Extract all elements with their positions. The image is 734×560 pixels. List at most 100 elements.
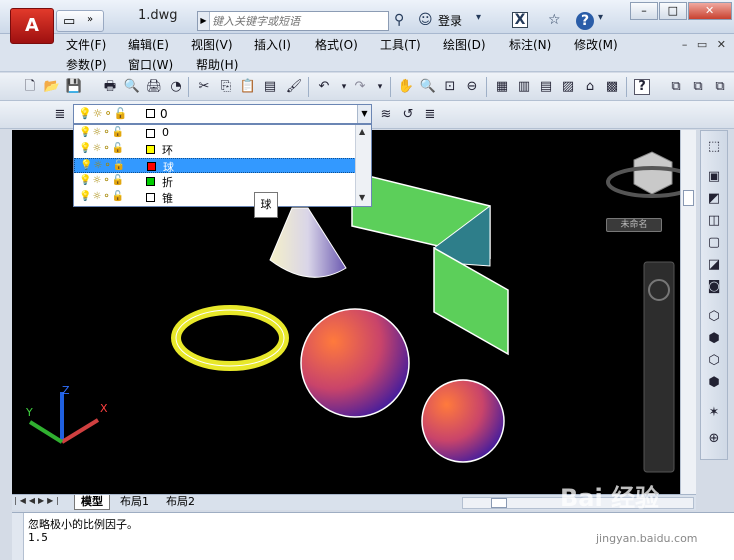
menu-parametric[interactable]: 参数(P) xyxy=(66,56,107,73)
revolve-icon[interactable]: ⬢ xyxy=(704,373,724,393)
dropdown-arrow-icon[interactable]: ▼ xyxy=(357,105,371,123)
layer-state-icons[interactable]: 💡☼⚬🔓 xyxy=(79,175,125,186)
layer-color-swatch[interactable] xyxy=(146,129,155,138)
maximize-button[interactable]: □ xyxy=(658,2,687,20)
box-icon[interactable]: ▣ xyxy=(704,167,724,187)
copy-icon[interactable]: ⎘ xyxy=(216,77,236,97)
minimize-button[interactable]: – xyxy=(630,2,658,20)
tab-navigation-arrows[interactable]: |◀◀▶▶| xyxy=(14,496,62,505)
pan-icon[interactable]: ✋ xyxy=(396,77,416,97)
new-file-icon[interactable]: ▭ xyxy=(63,14,75,29)
doc-restore-button[interactable]: ▭ xyxy=(697,38,707,51)
dropdown-icon[interactable]: ▾ xyxy=(476,12,481,23)
search-input[interactable] xyxy=(212,13,386,29)
scroll-down-icon[interactable]: ▼ xyxy=(359,193,365,202)
zoom-previous-icon[interactable]: ⊖ xyxy=(462,77,482,97)
tile-icon[interactable]: ⧉ xyxy=(666,77,686,97)
wedge-icon[interactable]: ◩ xyxy=(704,189,724,209)
camera-icon[interactable]: ✶ xyxy=(704,403,724,423)
quickcalc-icon[interactable]: ▩ xyxy=(602,77,622,97)
menu-view[interactable]: 视图(V) xyxy=(191,36,233,53)
zoom-window-icon[interactable]: ⊡ xyxy=(440,77,460,97)
plot-icon[interactable]: 🖨 xyxy=(144,77,164,97)
exchange-icon[interactable]: X xyxy=(512,12,528,28)
star-icon[interactable]: ☆ xyxy=(548,12,561,28)
sheet-set-icon[interactable]: ▨ xyxy=(558,77,578,97)
menu-help[interactable]: 帮助(H) xyxy=(196,56,238,73)
menu-modify[interactable]: 修改(M) xyxy=(574,36,618,53)
horizontal-scroll-thumb[interactable] xyxy=(491,498,507,508)
presspull-icon[interactable]: ⬢ xyxy=(704,329,724,349)
layer-list-scrollbar[interactable]: ▲ ▼ xyxy=(355,125,371,206)
layer-item[interactable]: 💡☼⚬🔓 0 xyxy=(74,126,356,141)
print-icon[interactable]: 🖶 xyxy=(100,77,120,97)
cone-icon[interactable]: ▢ xyxy=(704,233,724,253)
toolbar-help-icon[interactable]: ? xyxy=(634,79,650,95)
redo-dropdown-icon[interactable]: ▾ xyxy=(370,77,390,97)
menu-dimension[interactable]: 标注(N) xyxy=(509,36,551,53)
cascade-icon[interactable]: ⧉ xyxy=(688,77,708,97)
zoom-realtime-icon[interactable]: 🔍 xyxy=(418,77,438,97)
layer-item[interactable]: 💡☼⚬🔓 折 xyxy=(74,174,356,189)
help-icon[interactable]: ? xyxy=(576,12,594,30)
menu-draw[interactable]: 绘图(D) xyxy=(443,36,486,53)
layer-item[interactable]: 💡☼⚬🔓 环 xyxy=(74,142,356,157)
layer-state-icons[interactable]: 💡☼⚬🔓 xyxy=(79,143,125,154)
make-current-icon[interactable]: ≋ xyxy=(376,105,396,125)
properties-icon[interactable]: ▦ xyxy=(492,77,512,97)
match-properties-icon[interactable]: 🖌 xyxy=(284,77,304,97)
help-dropdown-icon[interactable]: ▾ xyxy=(598,12,603,23)
new-icon[interactable]: 🗋 xyxy=(20,77,40,97)
layer-item[interactable]: 💡☼⚬🔓 锥 xyxy=(74,190,356,205)
tab-layout2[interactable]: 布局2 xyxy=(160,495,201,510)
menu-edit[interactable]: 编辑(E) xyxy=(128,36,169,53)
vertical-scrollbar[interactable] xyxy=(680,130,696,494)
paste-icon[interactable]: 📋 xyxy=(238,77,258,97)
scroll-up-icon[interactable]: ▲ xyxy=(359,127,365,136)
torus-icon[interactable]: ◙ xyxy=(704,277,724,297)
layer-dropdown[interactable]: 💡☼⚬🔓 0 ▼ xyxy=(73,104,372,124)
layer-color-swatch[interactable] xyxy=(146,145,155,154)
command-line-grip[interactable] xyxy=(12,513,24,560)
layer-state-icons[interactable]: 💡☼⚬🔓 xyxy=(79,191,125,202)
cylinder-icon[interactable]: ◫ xyxy=(704,211,724,231)
search-box[interactable]: ▶ xyxy=(197,11,389,31)
sweep-icon[interactable]: ⬡ xyxy=(704,351,724,371)
markup-icon[interactable]: ⌂ xyxy=(580,77,600,97)
layer-state-icons[interactable]: 💡☼⚬🔓 xyxy=(80,160,126,171)
tab-layout1[interactable]: 布局1 xyxy=(114,495,155,510)
arrange-icon[interactable]: ⧉ xyxy=(710,77,730,97)
search-expand-icon[interactable]: ▶ xyxy=(198,12,210,30)
login-button[interactable]: 登录 xyxy=(438,12,462,29)
zoom-extents-icon[interactable]: ⊕ xyxy=(704,429,724,449)
layer-list[interactable]: 💡☼⚬🔓 0 💡☼⚬🔓 环 💡☼⚬🔓 球 💡☼⚬🔓 折 💡☼⚬🔓 锥 ▲ ▼ xyxy=(73,124,372,207)
viewcube-ucs-menu[interactable]: 未命名 xyxy=(606,218,662,232)
layer-color-swatch[interactable] xyxy=(146,177,155,186)
redo-icon[interactable]: ↷ xyxy=(350,77,370,97)
tab-model[interactable]: 模型 xyxy=(74,495,110,510)
close-button[interactable]: ✕ xyxy=(687,2,732,20)
quick-access-toolbar[interactable]: ▭ » xyxy=(56,10,104,32)
cut-icon[interactable]: ✂ xyxy=(194,77,214,97)
layer-manager-icon[interactable]: ≣ xyxy=(50,105,70,125)
layer-color-swatch[interactable] xyxy=(146,193,155,202)
menu-window[interactable]: 窗口(W) xyxy=(128,56,173,73)
expand-icon[interactable]: » xyxy=(87,14,93,25)
doc-close-button[interactable]: ✕ xyxy=(717,38,726,51)
vertical-scroll-thumb[interactable] xyxy=(683,190,694,206)
open-icon[interactable]: 📂 xyxy=(42,77,62,97)
layer-states-icon[interactable]: ≣ xyxy=(420,105,440,125)
menu-format[interactable]: 格式(O) xyxy=(315,36,358,53)
sphere-icon[interactable]: ◪ xyxy=(704,255,724,275)
paste-special-icon[interactable]: ▤ xyxy=(260,77,280,97)
save-icon[interactable]: 💾 xyxy=(64,77,84,97)
extrude-icon[interactable]: ⬡ xyxy=(704,307,724,327)
application-menu-button[interactable]: A xyxy=(10,8,54,44)
design-center-icon[interactable]: ▥ xyxy=(514,77,534,97)
layer-state-icons[interactable]: 💡☼⚬🔓 xyxy=(79,127,125,138)
preview-icon[interactable]: 🔍 xyxy=(122,77,142,97)
doc-minimize-button[interactable]: – xyxy=(682,38,688,51)
layer-color-swatch[interactable] xyxy=(147,162,156,171)
binoculars-icon[interactable]: ⚲ xyxy=(394,12,404,28)
polysolid-icon[interactable]: ⬚ xyxy=(704,137,724,157)
